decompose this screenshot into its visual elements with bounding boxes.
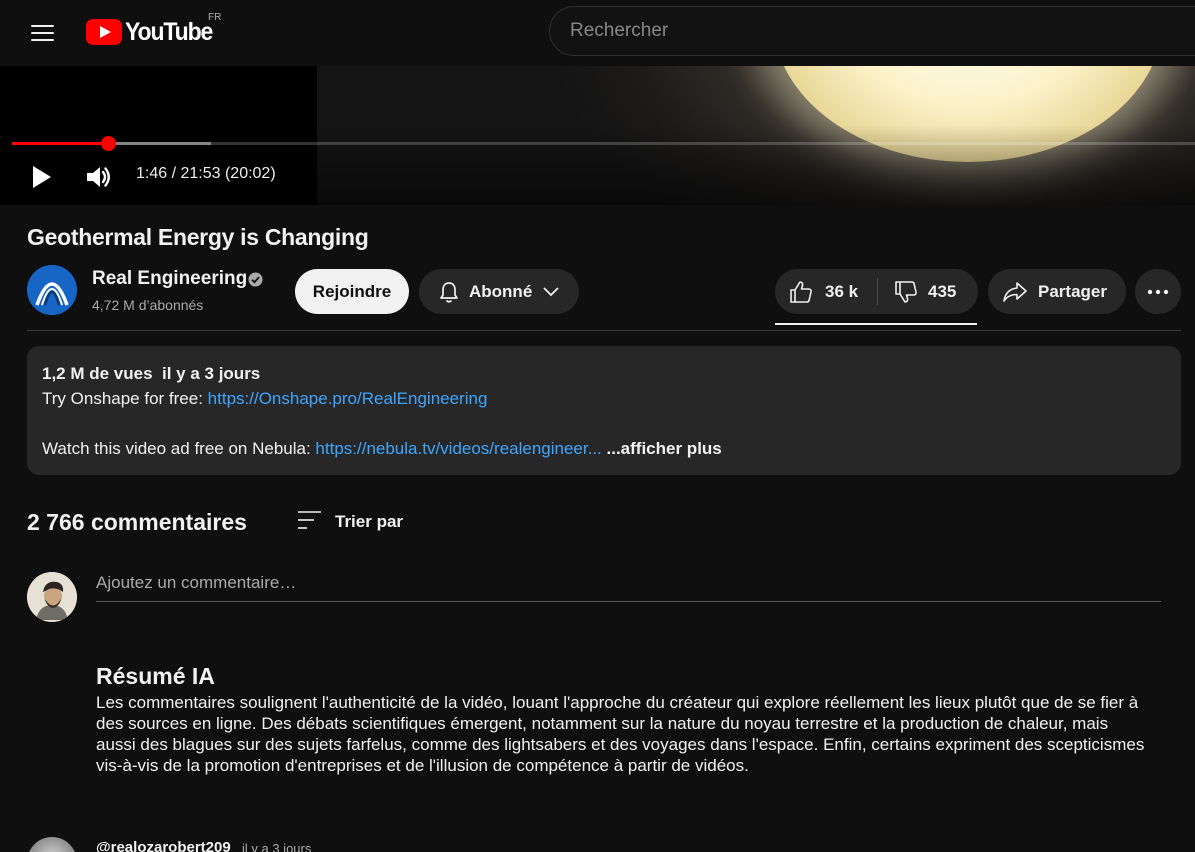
share-label: Partager: [1038, 282, 1107, 301]
chevron-down-icon: [543, 287, 559, 297]
volume-icon: [87, 167, 110, 187]
ai-summary-text: Les commentaires soulignent l'authentici…: [96, 693, 1145, 775]
sort-label: Trier par: [335, 512, 404, 531]
more-horizontal-icon: [1147, 289, 1169, 294]
description-line-1: Try Onshape for free: https://Onshape.pr…: [42, 389, 488, 408]
search-box: [549, 6, 1195, 56]
subscriber-count: 4,72 M d’abonnés: [92, 297, 204, 313]
youtube-play-icon: [86, 19, 122, 45]
description-box[interactable]: 1,2 M de vues il y a 3 jours Try Onshape…: [27, 346, 1181, 475]
thumbs-down-icon: [895, 281, 917, 303]
channel-name[interactable]: Real Engineering: [92, 268, 247, 290]
share-arrow-icon: [1003, 282, 1027, 302]
onshape-link[interactable]: https://Onshape.pro/RealEngineering: [208, 389, 488, 408]
like-button[interactable]: 36 k: [775, 269, 875, 314]
verified-check-icon: [248, 272, 263, 287]
likes-underline: [775, 323, 977, 325]
description-line-2: Watch this video ad free on Nebula: http…: [42, 439, 722, 458]
logo-text: YouTube: [125, 17, 213, 46]
ai-summary-title: Résumé IA: [96, 663, 215, 689]
channel-logo-arch-icon: [27, 265, 77, 315]
play-icon: [33, 166, 51, 188]
thumbs-up-icon: [790, 281, 812, 303]
comment-author[interactable]: @realozarobert209: [96, 839, 231, 852]
comment-author-avatar[interactable]: [27, 837, 77, 852]
dislike-button[interactable]: 435: [878, 269, 978, 314]
user-avatar-image: [27, 572, 77, 622]
like-dislike-group: 36 k 435: [775, 269, 978, 314]
channel-avatar[interactable]: [27, 265, 77, 315]
dislike-count: 435: [928, 282, 957, 301]
share-button[interactable]: Partager: [988, 269, 1126, 314]
search-input[interactable]: [570, 7, 1170, 55]
comments-count: 2 766 commentaires: [27, 509, 247, 535]
more-actions-button[interactable]: [1135, 269, 1181, 314]
show-more-link[interactable]: ...afficher plus: [602, 439, 722, 458]
time-display: 1:46 / 21:53 (20:02): [136, 165, 276, 182]
progress-bar[interactable]: [12, 136, 1195, 151]
sort-button[interactable]: Trier par: [295, 505, 415, 539]
join-button[interactable]: Rejoindre: [295, 269, 409, 314]
video-title: Geothermal Energy is Changing: [27, 224, 369, 250]
volume-button[interactable]: [82, 160, 116, 194]
bell-icon: [440, 282, 458, 303]
progress-played: [12, 142, 108, 145]
progress-scrubber-handle[interactable]: [100, 136, 116, 151]
country-code: FR: [208, 12, 222, 23]
nebula-link[interactable]: https://nebula.tv/videos/realengineer...: [315, 439, 601, 458]
subscribed-label: Abonné: [469, 282, 533, 301]
view-count-date: 1,2 M de vues il y a 3 jours: [42, 364, 261, 383]
top-header: YouTube FR: [0, 0, 1195, 66]
subscribed-button[interactable]: Abonné: [419, 269, 579, 314]
hamburger-menu-icon: [31, 25, 54, 27]
play-button[interactable]: [24, 160, 58, 194]
menu-button[interactable]: [22, 13, 62, 53]
youtube-logo[interactable]: YouTube: [86, 17, 220, 47]
add-comment-input[interactable]: [96, 568, 1161, 602]
video-player[interactable]: 1:46 / 21:53 (20:02): [0, 66, 1195, 205]
comment-time[interactable]: il y a 3 jours: [242, 841, 311, 852]
user-avatar: [27, 572, 77, 622]
sort-lines-icon: [298, 511, 321, 529]
like-count: 36 k: [825, 282, 859, 301]
